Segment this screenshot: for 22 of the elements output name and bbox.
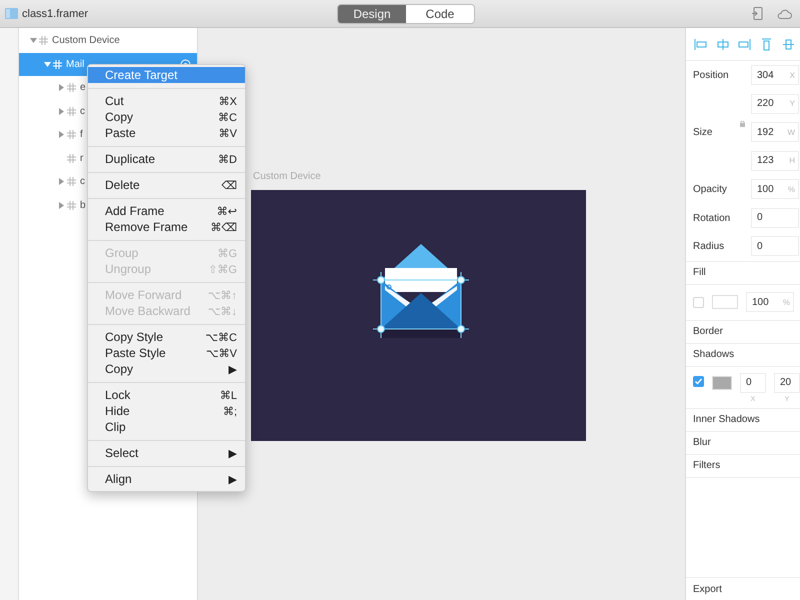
- property-label: Position: [693, 70, 729, 82]
- layer-name: f: [80, 129, 83, 140]
- section-label: Export: [693, 584, 722, 594]
- section-label: Fill: [693, 267, 706, 278]
- layer-name: b: [80, 200, 86, 211]
- window-title: class1.framer: [22, 8, 88, 20]
- layer-name: r: [80, 152, 84, 164]
- property-label: Opacity: [693, 184, 727, 196]
- section-label: Blur: [693, 437, 711, 448]
- property-label: Rotation: [693, 212, 730, 224]
- layer-name: e: [80, 82, 86, 94]
- section-label: Border: [693, 326, 724, 337]
- section-label: Inner Shadows: [693, 414, 760, 425]
- property-label: Radius: [693, 241, 724, 252]
- artboard-label: Custom Device: [253, 171, 321, 184]
- layer-name: Mail: [66, 58, 84, 70]
- layer-name: c: [80, 176, 85, 188]
- section-label: Filters: [693, 460, 720, 471]
- layer-name: Custom Device: [52, 35, 120, 46]
- property-label: Size: [693, 127, 712, 138]
- section-label: Shadows: [693, 349, 734, 360]
- layer-name: c: [80, 106, 85, 117]
